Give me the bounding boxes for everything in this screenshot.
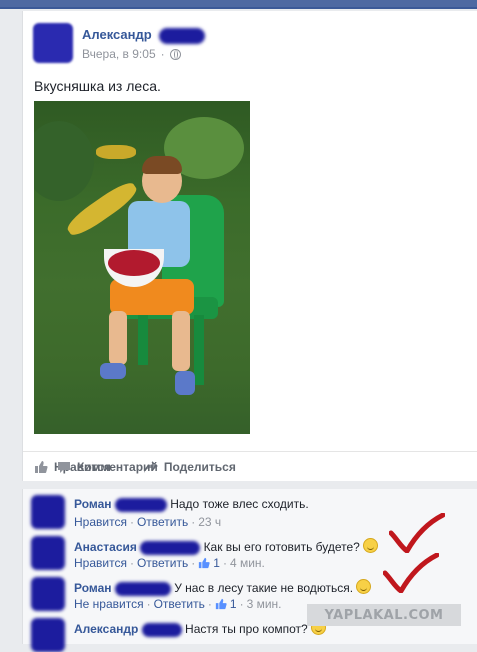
comment-time[interactable]: 23 ч — [198, 515, 221, 529]
comment-text: Настя ты про компот? — [185, 622, 308, 636]
comment-unlike-link[interactable]: Не нравится — [74, 597, 144, 611]
photo-boy-shoe — [175, 371, 195, 395]
commenter-name[interactable]: Роман — [74, 497, 112, 511]
comment-like-link[interactable]: Нравится — [74, 556, 127, 570]
checkmark-icon — [389, 513, 445, 553]
author-name-text[interactable]: Александр — [82, 27, 152, 42]
dot-separator: · — [146, 597, 151, 611]
post-text: Вкусняшка из леса. — [34, 78, 161, 94]
commenter-name[interactable]: Александр — [74, 622, 138, 636]
comment-actions: Нравится · Ответить · 1 · 4 мин. — [74, 556, 265, 570]
post-timestamp[interactable]: Вчера, в 9:05 — [82, 47, 156, 61]
smile-emoji-icon — [363, 538, 379, 553]
commenter-avatar[interactable] — [31, 618, 65, 652]
comment-text: У нас в лесу такие не водються. — [174, 581, 354, 595]
comment-line: Анастасия Как вы его готовить будете? — [74, 538, 379, 555]
dot-separator: · — [191, 556, 196, 570]
redacted-surname — [140, 540, 201, 555]
photo-chair-leg — [194, 315, 204, 385]
post-photo[interactable] — [34, 101, 250, 434]
top-navigation-bar — [0, 0, 477, 9]
comment-time[interactable]: 4 мин. — [230, 556, 265, 570]
grin-emoji-icon — [356, 579, 372, 594]
comment-text: Надо тоже влес сходить. — [170, 497, 309, 511]
comment-reply-link[interactable]: Ответить — [137, 556, 188, 570]
comment-like-link[interactable]: Нравится — [74, 515, 127, 529]
commenter-avatar[interactable] — [31, 495, 65, 529]
post-actions: Нравится Комментарий Поделиться — [23, 451, 477, 482]
top-bar-edge — [0, 7, 477, 9]
dot-separator: · — [129, 515, 134, 529]
thumbs-up-icon — [35, 461, 48, 473]
site-watermark: YAPLAKAL.COM — [307, 604, 461, 626]
comment-line: Александр Настя ты про компот? — [74, 620, 327, 637]
redacted-surname — [114, 497, 167, 512]
thumbs-up-icon — [215, 598, 227, 610]
photo-boy-hair — [142, 156, 182, 174]
post-card: Александр Вчера, в 9:05 · Вкусняшка из л… — [22, 11, 477, 481]
photo-bush — [34, 121, 94, 201]
post-author[interactable]: Александр — [82, 27, 206, 44]
commenter-name[interactable]: Роман — [74, 581, 112, 595]
meta-separator: · — [160, 47, 165, 61]
comment-label: Комментарий — [77, 460, 158, 474]
comment-icon — [58, 462, 70, 473]
dot-separator: · — [222, 556, 227, 570]
photo-boy-leg — [172, 311, 190, 371]
dot-separator: · — [239, 597, 244, 611]
photo-flowers — [96, 145, 136, 159]
dot-separator: · — [207, 597, 212, 611]
redacted-surname — [114, 581, 171, 596]
photo-boy-leg — [109, 311, 127, 365]
dot-separator: · — [191, 515, 196, 529]
author-avatar[interactable] — [33, 23, 73, 63]
comment-line: Роман Надо тоже влес сходить. — [74, 497, 309, 512]
checkmark-icon — [383, 553, 439, 593]
commenter-avatar[interactable] — [31, 536, 65, 570]
thumbs-up-icon — [199, 557, 210, 569]
photo-berries — [108, 250, 160, 276]
comment-actions: Не нравится · Ответить · 1 · 3 мин. — [74, 597, 282, 611]
comment-like-count[interactable]: 1 — [213, 556, 220, 570]
commenter-name[interactable]: Анастасия — [74, 540, 137, 554]
comment-button[interactable]: Комментарий — [57, 460, 477, 474]
redacted-surname — [159, 27, 206, 44]
comment-text: Как вы его готовить будете? — [203, 540, 360, 554]
post-meta: Вчера, в 9:05 · — [82, 47, 181, 61]
comment-time[interactable]: 3 мин. — [247, 597, 282, 611]
comment-line: Роман У нас в лесу такие не водються. — [74, 579, 372, 596]
dot-separator: · — [129, 556, 134, 570]
photo-chair-leg — [138, 315, 148, 365]
photo-boy-shoe — [100, 363, 126, 379]
comment-actions: Нравится · Ответить · 23 ч — [74, 515, 221, 529]
comment-reply-link[interactable]: Ответить — [154, 597, 205, 611]
comment-like-count[interactable]: 1 — [230, 597, 237, 611]
globe-icon[interactable] — [169, 48, 181, 60]
redacted-surname — [141, 622, 182, 637]
commenter-avatar[interactable] — [31, 577, 65, 611]
comment-reply-link[interactable]: Ответить — [137, 515, 188, 529]
